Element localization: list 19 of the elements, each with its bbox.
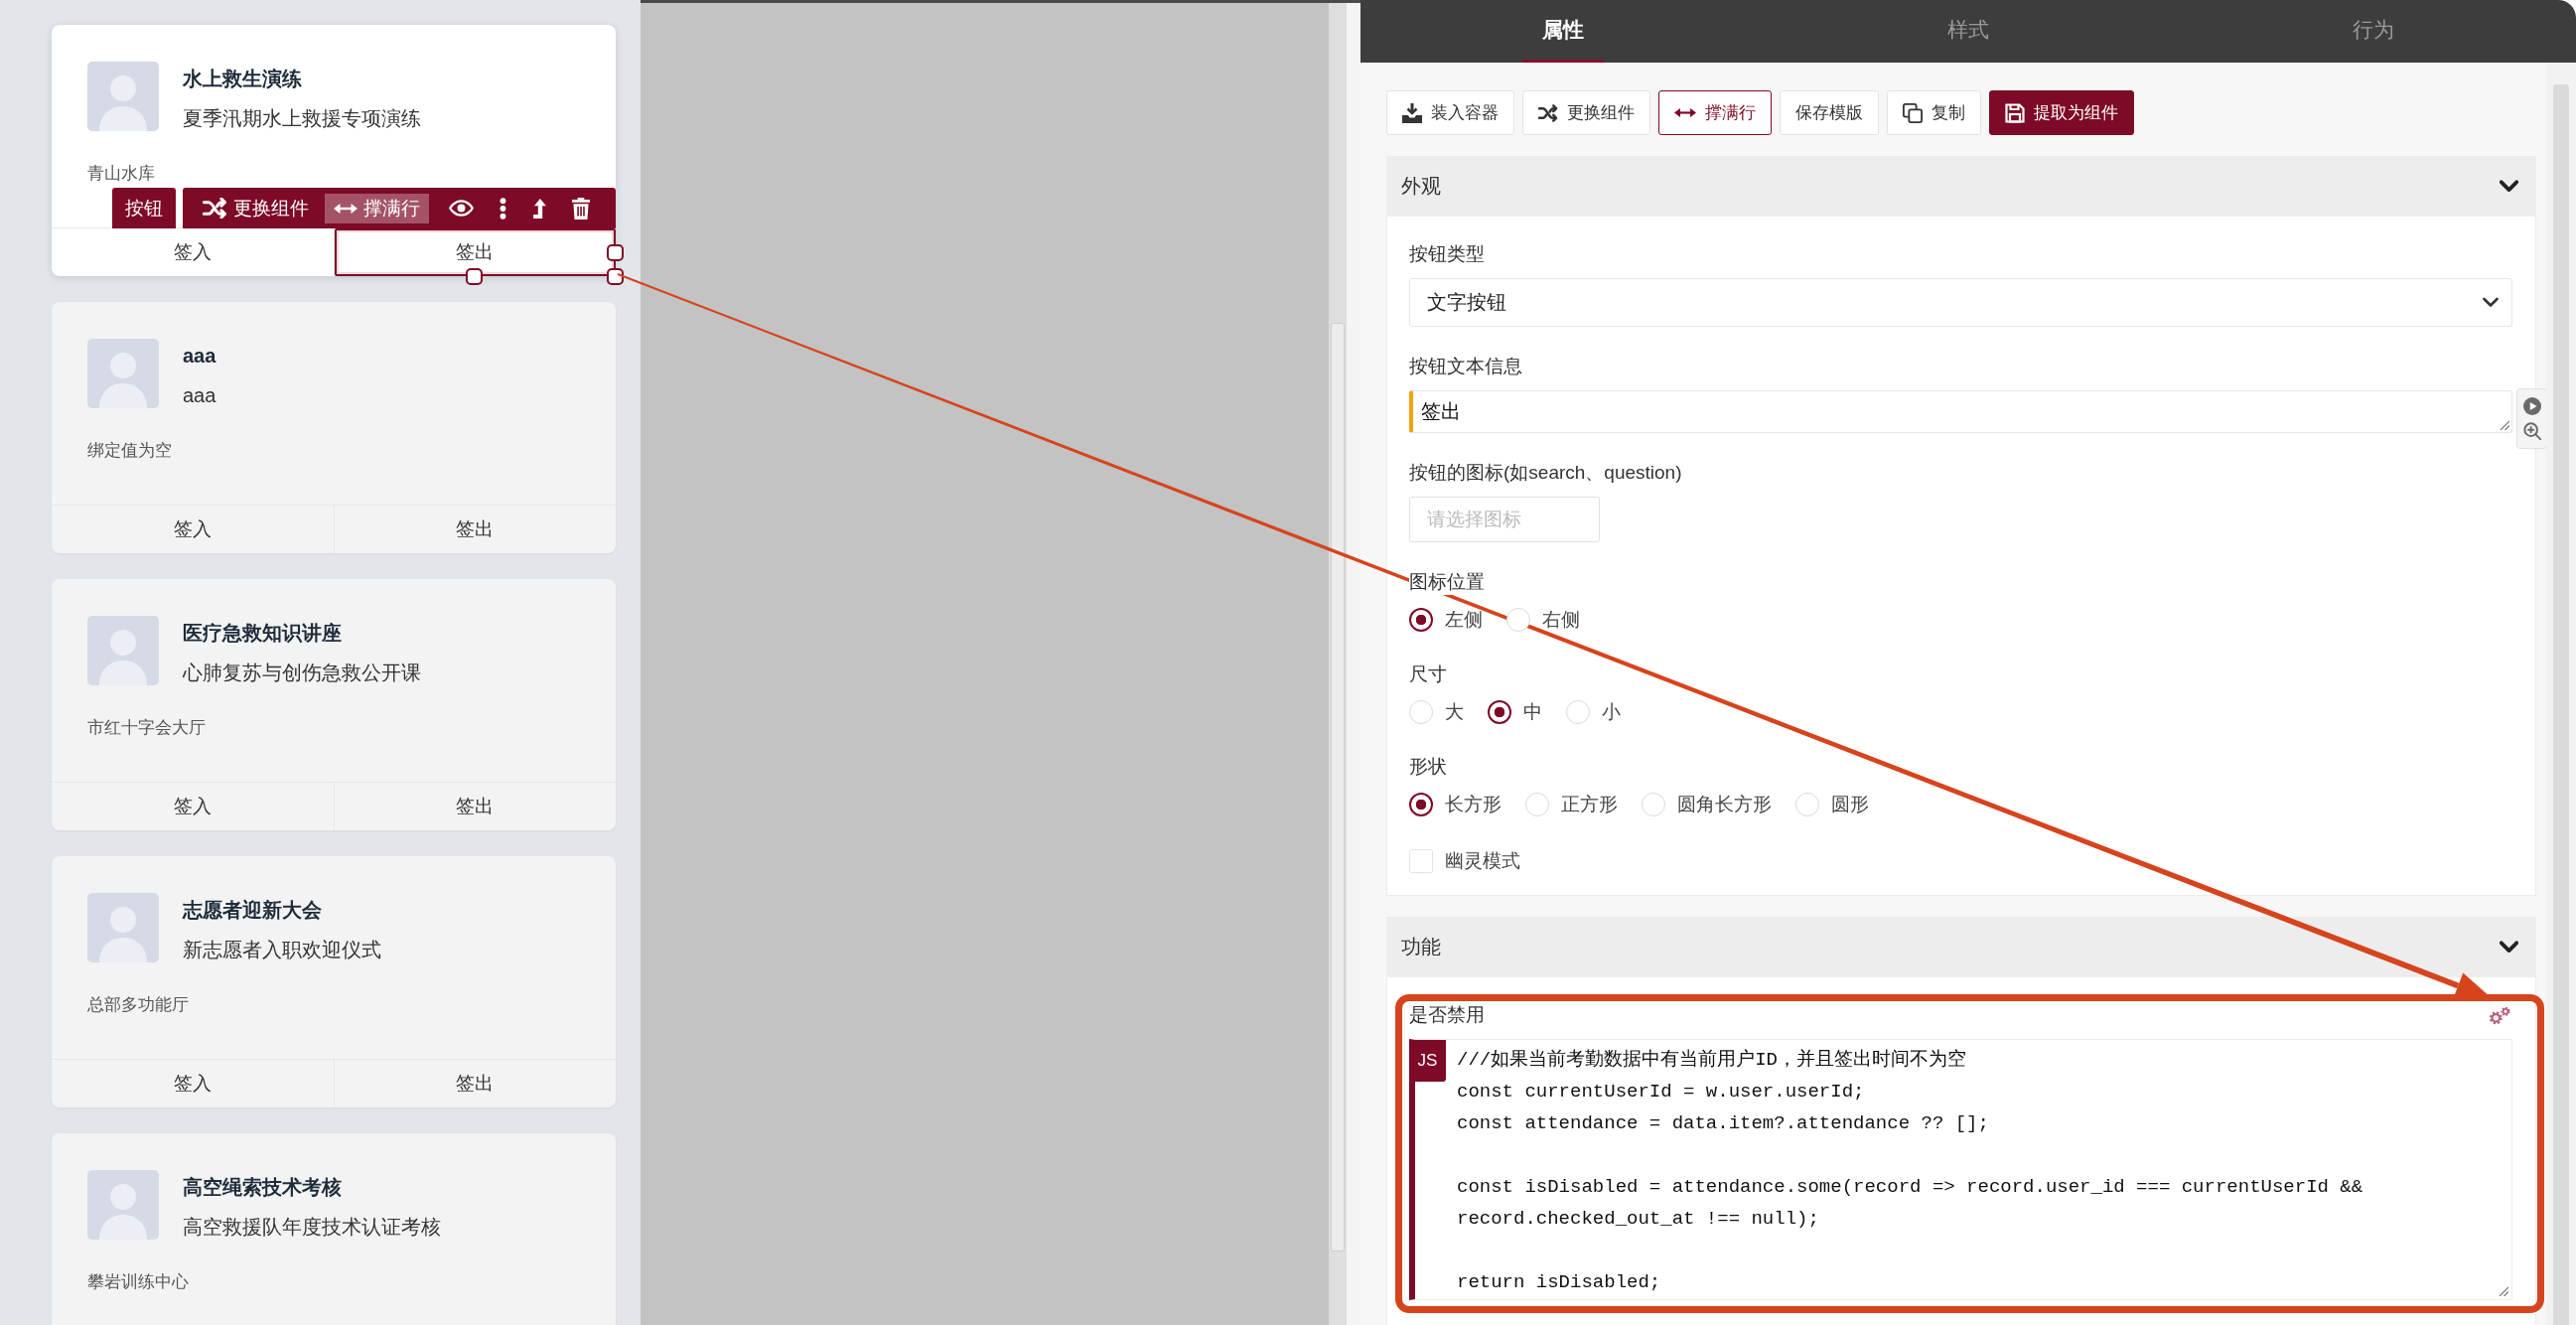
card-title: aaa bbox=[183, 344, 216, 368]
card-location: 市红十字会大厅 bbox=[87, 717, 206, 739]
card-title: 志愿者迎新大会 bbox=[183, 898, 322, 923]
card-location: 攀岩训练中心 bbox=[87, 1271, 189, 1293]
card-title: 医疗急救知识讲座 bbox=[183, 621, 342, 646]
component-name-tooltip: 按钮 bbox=[112, 188, 176, 228]
card-location: 青山水库 bbox=[87, 163, 155, 185]
card-subtitle: 高空救援队年度技术认证考核 bbox=[183, 1215, 441, 1240]
card-title: 水上救生演练 bbox=[183, 67, 302, 91]
code-text: ///如果当前考勤数据中有当前用户ID，并且签出时间不为空 const currentUserId = w.user.userId; const attendance = data.item?.attendance ?? []; const isDisabled = attendance.some(record => record.user_id === currentUserId && record.checked_out_at !== null); return isDisabled; bbox=[1457, 1048, 2363, 1295]
card-subtitle: aaa bbox=[183, 383, 216, 408]
card-subtitle: 新志愿者入职欢迎仪式 bbox=[183, 938, 381, 962]
card-subtitle: 心肺复苏与创伤急救公开课 bbox=[183, 661, 421, 685]
field-label: 图标位置 bbox=[1409, 569, 1485, 595]
card-location: 绑定值为空 bbox=[87, 440, 172, 462]
card-title: 高空绳索技术考核 bbox=[183, 1175, 342, 1200]
card-subtitle: 夏季汛期水上救援专项演练 bbox=[183, 106, 421, 131]
card-location: 总部多功能厅 bbox=[87, 994, 189, 1016]
field-label: 按钮的图标(如search、question) bbox=[1409, 460, 1682, 486]
